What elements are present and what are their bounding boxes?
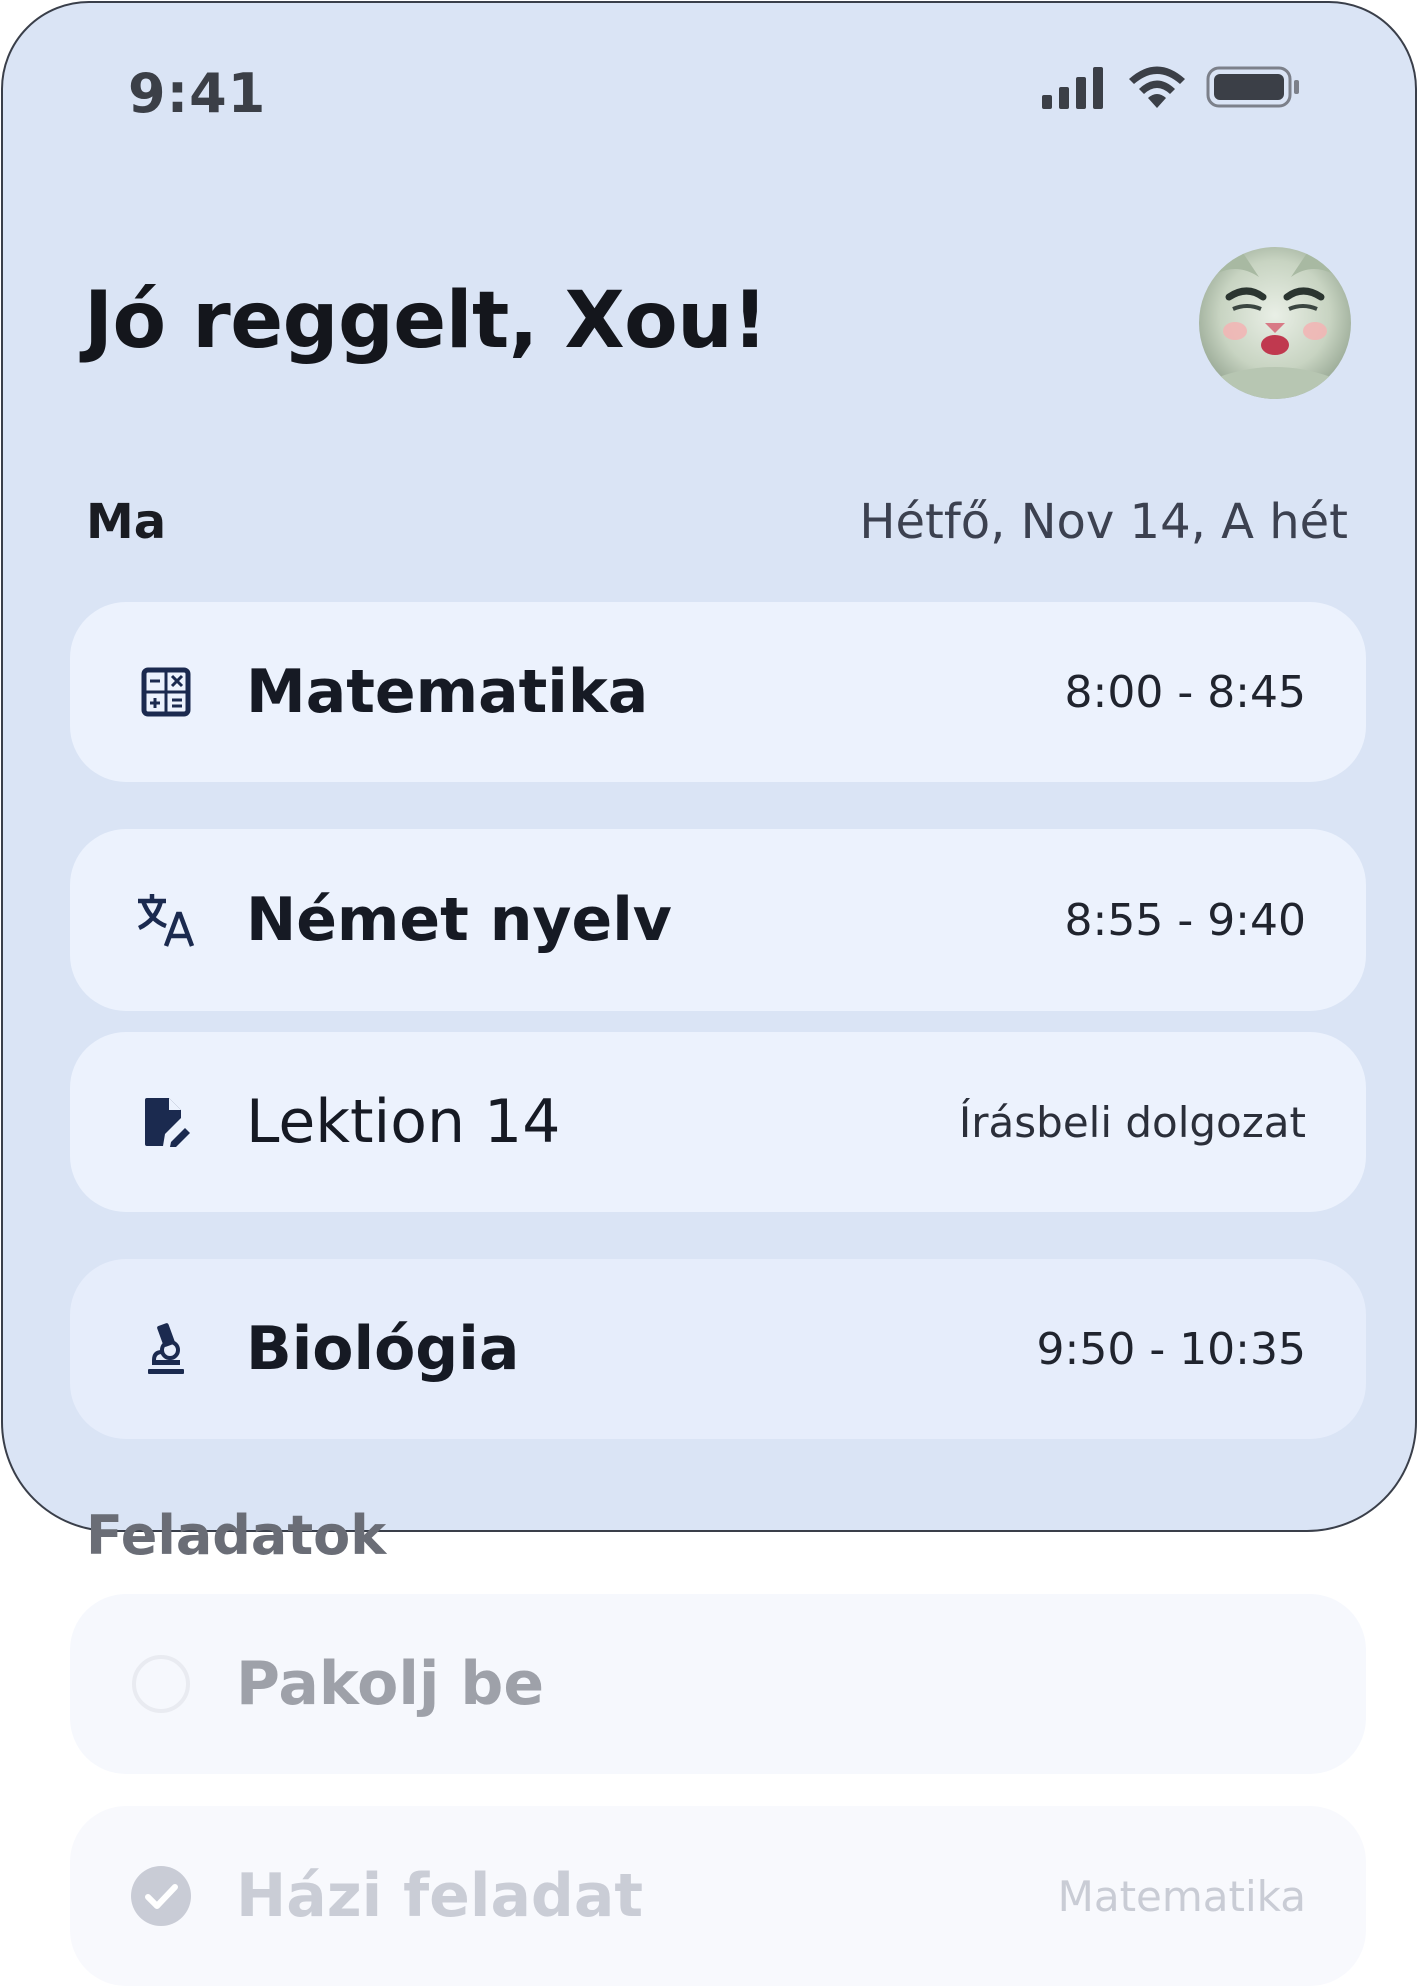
signal-icon — [1042, 65, 1108, 113]
schedule-item-title: Matematika — [246, 657, 649, 727]
schedule-item-biologia[interactable]: Biológia 9:50 - 10:35 — [70, 1259, 1366, 1439]
schedule-item-note: Írásbeli dolgozat — [958, 1097, 1306, 1147]
microscope-icon — [130, 1313, 202, 1385]
schedule-item-title: Német nyelv — [246, 885, 672, 955]
today-date: Hétfő, Nov 14, A hét — [859, 494, 1348, 550]
avatar[interactable] — [1199, 247, 1351, 399]
schedule-item-lektion-14[interactable]: Lektion 14 Írásbeli dolgozat — [70, 1032, 1366, 1212]
schedule-item-matematika[interactable]: Matematika 8:00 - 8:45 — [70, 602, 1366, 782]
task-item[interactable]: Házi feladat Matematika — [70, 1806, 1366, 1986]
schedule-item-nemet-nyelv[interactable]: Német nyelv 8:55 - 9:40 — [70, 829, 1366, 1011]
task-item[interactable]: Pakolj be — [70, 1594, 1366, 1774]
schedule-item-time: 9:50 - 10:35 — [1036, 1323, 1306, 1375]
schedule-item-title: Biológia — [246, 1314, 520, 1384]
checked-circle-icon[interactable] — [130, 1865, 192, 1927]
battery-icon — [1206, 64, 1302, 114]
translate-icon — [130, 884, 202, 956]
today-label: Ma — [86, 494, 167, 550]
calculator-icon — [130, 656, 202, 728]
schedule-item-time: 8:00 - 8:45 — [1064, 666, 1306, 718]
greeting-title: Jó reggelt, Xou! — [84, 276, 768, 366]
task-subject: Matematika — [1057, 1871, 1306, 1921]
edit-document-icon — [130, 1086, 202, 1158]
status-icons — [1042, 64, 1302, 114]
status-time: 9:41 — [128, 62, 267, 125]
schedule-item-title: Lektion 14 — [246, 1087, 561, 1157]
phone-screen: 9:41 Jó reggelt, Xou! Ma Hétfő, Nov 14, … — [0, 0, 1420, 1987]
tasks-heading: Feladatok — [86, 1504, 387, 1567]
schedule-item-time: 8:55 - 9:40 — [1064, 894, 1306, 946]
unchecked-circle-icon[interactable] — [130, 1653, 192, 1715]
wifi-icon — [1126, 64, 1188, 114]
task-title: Házi feladat — [236, 1861, 644, 1931]
task-title: Pakolj be — [236, 1649, 545, 1719]
